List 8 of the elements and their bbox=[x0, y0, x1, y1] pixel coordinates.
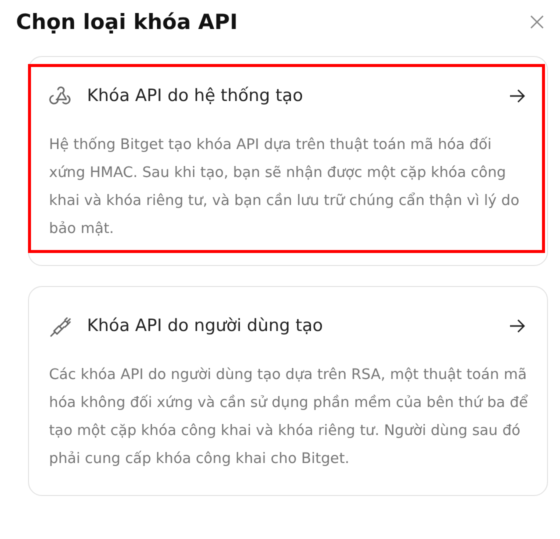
option-description: Hệ thống Bitget tạo khóa API dựa trên thuật toán mã hóa đối xứng HMAC. Sau khi tạo, bạn sẽ nhận được một cặp khóa công khai và khóa riêng tư, và bạn cần lưu trữ chúng cẩn thận vì lý do bảo mật. bbox=[49, 136, 520, 239]
dialog-title: Chọn loại khóa API bbox=[16, 10, 238, 34]
arrow-right-icon bbox=[509, 319, 525, 333]
arrow-right-icon bbox=[509, 89, 525, 103]
option-card[interactable] bbox=[28, 286, 548, 496]
option-title: Khóa API do người dùng tạo bbox=[87, 316, 324, 336]
option-title: Khóa API do hệ thống tạo bbox=[87, 86, 304, 106]
option-description: Các khóa API do người dùng tạo dựa trên RSA, một thuật toán mã hóa không đối xứng và cần sử dụng phần mềm của bên thứ ba để tạo một cặp khóa công khai và khóa riêng tư. Người dùng sau đó phải cung cấp khóa công khai cho Bitget. bbox=[49, 366, 529, 469]
